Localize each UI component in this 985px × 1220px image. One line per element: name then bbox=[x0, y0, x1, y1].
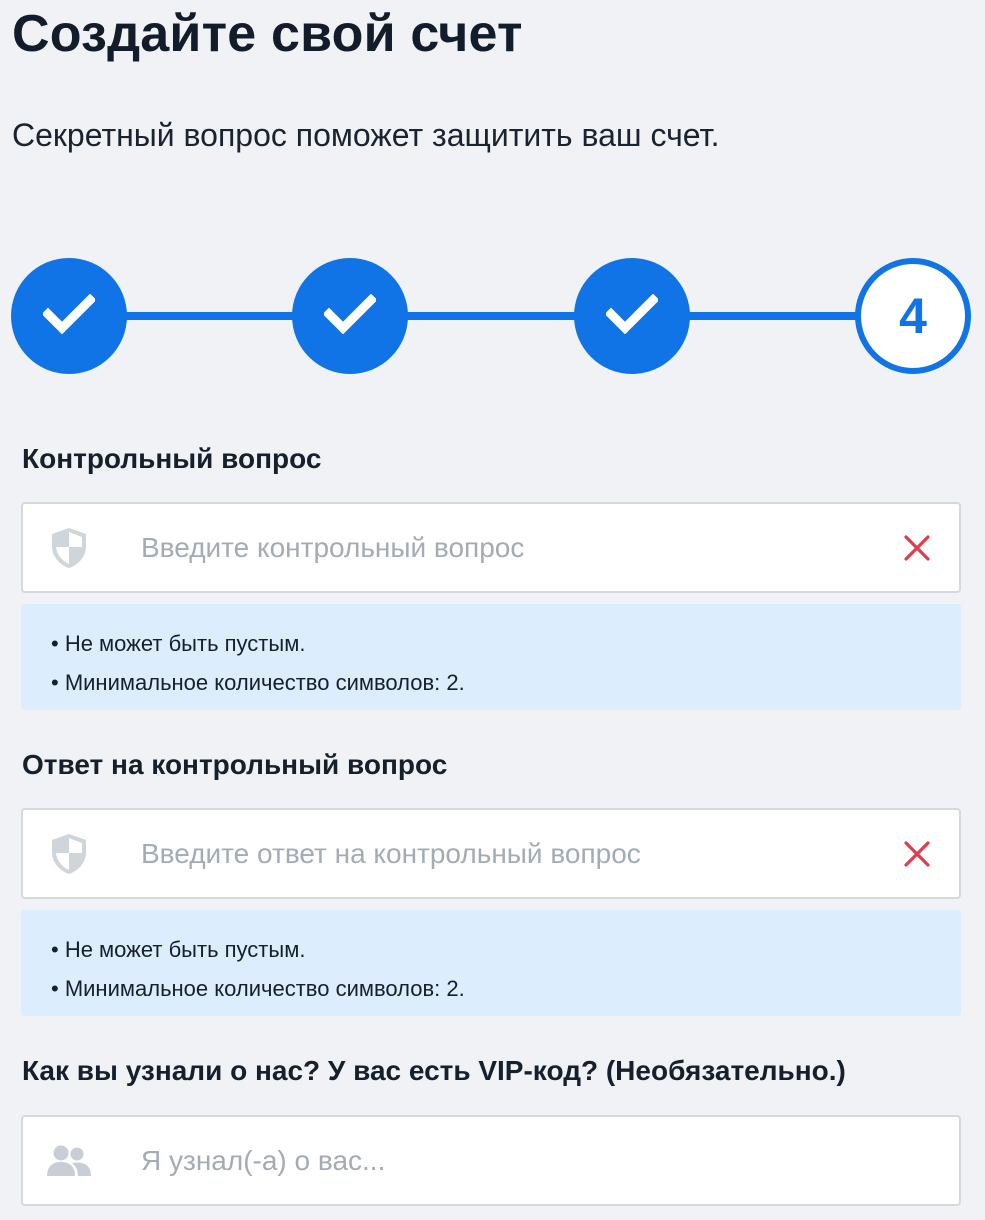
page-title: Создайте свой счет bbox=[12, 5, 523, 63]
security-answer-input[interactable] bbox=[141, 810, 881, 897]
security-question-input[interactable] bbox=[141, 504, 881, 591]
validation-hints: • Не может быть пустым. • Минимальное ко… bbox=[21, 604, 961, 710]
shield-icon bbox=[45, 524, 93, 572]
validation-hints: • Не может быть пустым. • Минимальное ко… bbox=[21, 910, 961, 1016]
check-icon bbox=[322, 293, 378, 339]
error-x-icon[interactable] bbox=[897, 834, 937, 874]
step-1-completed bbox=[11, 258, 127, 374]
referral-field[interactable] bbox=[21, 1115, 961, 1206]
step-3-completed bbox=[574, 258, 690, 374]
progress-stepper: 4 bbox=[0, 250, 985, 380]
stepper-connector bbox=[120, 312, 300, 320]
hint-item: • Не может быть пустым. bbox=[51, 937, 306, 962]
referral-label: Как вы узнали о нас? У вас есть VIP-код?… bbox=[22, 1055, 846, 1086]
page-subtitle: Секретный вопрос поможет защитить ваш сч… bbox=[12, 117, 720, 153]
security-answer-label: Ответ на контрольный вопрос bbox=[22, 749, 448, 780]
users-icon bbox=[45, 1137, 93, 1185]
shield-icon bbox=[45, 830, 93, 878]
stepper-connector bbox=[684, 312, 864, 320]
error-x-icon[interactable] bbox=[897, 528, 937, 568]
hint-item: • Минимальное количество символов: 2. bbox=[51, 670, 465, 695]
step-number: 4 bbox=[899, 288, 927, 344]
stepper-connector bbox=[402, 312, 582, 320]
step-2-completed bbox=[292, 258, 408, 374]
step-4-current: 4 bbox=[855, 258, 971, 374]
hint-item: • Минимальное количество символов: 2. bbox=[51, 976, 465, 1001]
check-icon bbox=[41, 293, 97, 339]
security-answer-field[interactable] bbox=[21, 808, 961, 899]
security-question-field[interactable] bbox=[21, 502, 961, 593]
security-question-label: Контрольный вопрос bbox=[22, 443, 322, 474]
referral-input[interactable] bbox=[141, 1117, 881, 1204]
hint-item: • Не может быть пустым. bbox=[51, 631, 306, 656]
check-icon bbox=[604, 293, 660, 339]
